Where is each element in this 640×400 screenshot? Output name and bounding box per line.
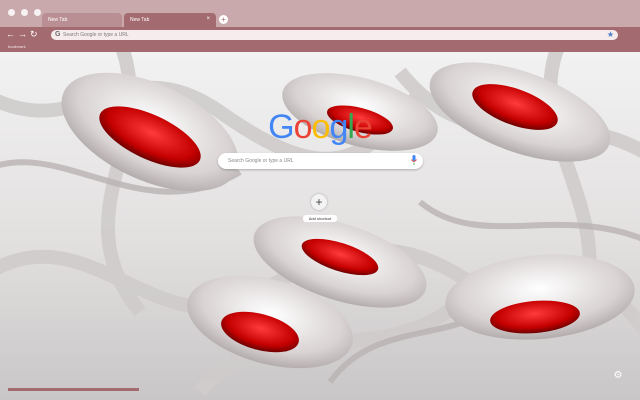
new-tab-button[interactable]: + [219, 15, 228, 24]
logo-letter-g: G [268, 108, 294, 146]
search-placeholder: Search Google or type a URL [228, 158, 294, 164]
microphone-icon[interactable] [411, 155, 417, 166]
logo-letter-o2: o [311, 108, 331, 146]
window-controls [8, 9, 41, 16]
gear-icon[interactable]: ⚙ [612, 370, 624, 382]
tab-strip: New Tab New Tab × + [0, 0, 640, 27]
omnibox[interactable]: G Search Google or type a URL ★ [51, 30, 618, 40]
google-logo: Google [268, 108, 373, 147]
omnibox-placeholder: Search Google or type a URL [63, 32, 129, 38]
tab-new-tab-1[interactable]: New Tab [42, 13, 122, 27]
pod-5 [445, 254, 635, 340]
search-box[interactable]: Search Google or type a URL [218, 153, 423, 169]
logo-letter-g2: g [329, 108, 348, 146]
logo-letter-e: e [353, 108, 373, 146]
add-shortcut-tile[interactable]: + Add shortcut [303, 194, 337, 228]
tab-label: New Tab [130, 17, 150, 23]
progress-bar [8, 388, 139, 391]
minimize-window-button[interactable] [21, 9, 28, 16]
forward-icon[interactable]: → [18, 29, 27, 40]
add-icon[interactable]: + [311, 194, 327, 210]
reload-icon[interactable]: ↻ [30, 29, 38, 40]
google-g-icon: G [55, 31, 61, 38]
bookmark-star-icon[interactable]: ★ [607, 30, 614, 39]
tab-label: New Tab [48, 17, 68, 23]
add-shortcut-label: Add shortcut [303, 215, 337, 222]
close-window-button[interactable] [8, 9, 15, 16]
back-icon[interactable]: ← [6, 29, 15, 40]
bookmarks-bar: bookmark [0, 43, 640, 52]
bookmarks-bar-label[interactable]: bookmark [8, 44, 26, 49]
maximize-window-button[interactable] [34, 9, 41, 16]
tab-new-tab-2[interactable]: New Tab × [124, 13, 216, 27]
close-tab-icon[interactable]: × [206, 16, 210, 22]
progress-fill [8, 388, 139, 391]
logo-letter-o1: o [293, 108, 313, 146]
